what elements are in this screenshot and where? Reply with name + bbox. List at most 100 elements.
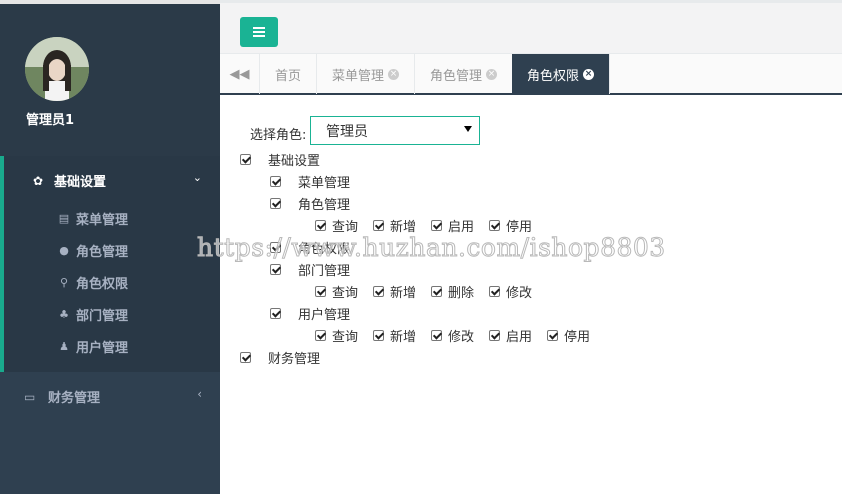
action-checkbox[interactable] [315, 286, 326, 297]
permission-checkbox[interactable] [270, 176, 281, 187]
action-checkbox[interactable] [547, 330, 558, 341]
profile-panel: 管理员1 [0, 4, 220, 156]
tab-role-permissions[interactable]: 角色权限 × [512, 54, 611, 94]
users-icon: ● [59, 244, 69, 257]
close-icon[interactable]: × [388, 68, 400, 80]
avatar[interactable] [25, 37, 89, 101]
action-checkbox-item: 查询 [315, 216, 358, 235]
action-label: 新增 [390, 220, 417, 235]
action-checkbox[interactable] [373, 286, 384, 297]
permission-label: 基础设置 [268, 154, 321, 169]
action-checkbox-item: 修改 [489, 282, 532, 301]
key-icon: ⚲ [59, 276, 69, 289]
tab-bar: ◀◀ 首页 菜单管理 × 角色管理 × 角色权限 × [220, 53, 842, 95]
action-checkbox[interactable] [373, 220, 384, 231]
menu-toggle-button[interactable] [240, 17, 278, 47]
sidebar-group-header[interactable]: ✿ 基础设置 [30, 171, 107, 191]
action-checkbox-item: 新增 [373, 282, 416, 301]
action-checkbox-item: 查询 [315, 282, 358, 301]
action-label: 修改 [448, 330, 475, 345]
permission-row: 基础设置 [240, 150, 320, 169]
sidebar-item-label: 菜单管理 [76, 213, 129, 228]
action-label: 查询 [332, 286, 359, 301]
permission-checkbox[interactable] [240, 352, 251, 363]
sidebar-item-role-management[interactable]: ● 角色管理 [56, 241, 128, 260]
tab-home[interactable]: 首页 [260, 54, 318, 94]
action-label: 停用 [506, 220, 533, 235]
permission-label: 用户管理 [298, 308, 351, 323]
sitemap-icon: ♣ [59, 308, 69, 321]
permission-row: 菜单管理 [270, 172, 350, 191]
username[interactable]: 管理员1 [26, 109, 74, 128]
tab-label: 角色管理 [430, 68, 483, 84]
action-checkbox-item: 修改 [431, 326, 474, 345]
action-checkbox-item: 查询 [315, 326, 358, 345]
permission-label: 菜单管理 [298, 176, 351, 191]
action-checkbox[interactable] [489, 286, 500, 297]
action-checkbox[interactable] [489, 330, 500, 341]
list-icon: ▤ [58, 212, 70, 225]
sidebar-group-basic-settings: ✿ 基础设置 ⌄ ▤ 菜单管理 ● 角色管理 ⚲ 角色权限 ♣ 部门管理 ♟ 用… [0, 156, 220, 372]
action-checkbox[interactable] [315, 220, 326, 231]
tab-label: 首页 [275, 68, 302, 84]
tab-menu-management[interactable]: 菜单管理 × [317, 54, 416, 94]
double-chevron-left-icon: ◀◀ [229, 66, 250, 82]
action-label: 停用 [564, 330, 591, 345]
main-content: 选择角色: 管理员 基础设置 菜单管理 角色管理 查询 新增 启用 停用 角色权… [220, 97, 842, 494]
permission-checkbox[interactable] [270, 264, 281, 275]
permission-row: 用户管理 [270, 304, 350, 323]
action-label: 启用 [506, 330, 533, 345]
action-label: 查询 [332, 220, 359, 235]
role-select[interactable]: 管理员 [310, 116, 480, 145]
action-checkbox-item: 停用 [547, 326, 590, 345]
permission-checkbox[interactable] [270, 198, 281, 209]
sidebar-item-label: 角色管理 [76, 245, 129, 260]
close-icon[interactable]: × [486, 68, 498, 80]
action-label: 新增 [390, 286, 417, 301]
permission-row: 财务管理 [240, 348, 320, 367]
action-label: 查询 [332, 330, 359, 345]
action-label: 新增 [390, 330, 417, 345]
tab-label: 角色权限 [527, 68, 580, 84]
sidebar-item-menu-management[interactable]: ▤ 菜单管理 [56, 209, 128, 228]
permission-checkbox[interactable] [240, 154, 251, 165]
chevron-left-icon[interactable]: ‹ [197, 387, 202, 401]
action-checkbox[interactable] [373, 330, 384, 341]
topbar [220, 0, 842, 53]
tab-role-management[interactable]: 角色管理 × [415, 54, 514, 94]
action-checkbox-item: 停用 [489, 216, 532, 235]
permission-label: 角色管理 [298, 198, 351, 213]
action-checkbox[interactable] [315, 330, 326, 341]
action-checkbox[interactable] [431, 330, 442, 341]
sidebar-item-department-management[interactable]: ♣ 部门管理 [56, 305, 128, 324]
permission-row: 部门管理 [270, 260, 350, 279]
sidebar-item-label: 部门管理 [76, 309, 129, 324]
sidebar-group-label: 基础设置 [54, 175, 107, 190]
close-icon[interactable]: × [583, 68, 595, 80]
chevron-down-icon[interactable]: ⌄ [193, 171, 202, 184]
sidebar-item-label: 用户管理 [76, 341, 129, 356]
role-select-value: 管理员 [326, 123, 368, 140]
sidebar-item-label: 角色权限 [76, 277, 129, 292]
sidebar-group-finance[interactable]: ▭ 财务管理 ‹ [0, 372, 220, 420]
role-select-label: 选择角色: [250, 128, 307, 143]
action-checkbox[interactable] [489, 220, 500, 231]
permission-checkbox[interactable] [270, 242, 281, 253]
action-checkbox-item: 删除 [431, 282, 474, 301]
permission-label: 财务管理 [268, 352, 321, 367]
action-checkbox[interactable] [431, 220, 442, 231]
caret-down-icon [464, 126, 472, 132]
action-label: 修改 [506, 286, 533, 301]
permission-label: 角色权限 [298, 242, 351, 257]
permission-checkbox[interactable] [270, 308, 281, 319]
credit-card-icon: ▭ [24, 389, 36, 404]
tab-scroll-left-button[interactable]: ◀◀ [220, 54, 260, 94]
action-checkbox[interactable] [431, 286, 442, 297]
sidebar-group-label: 财务管理 [48, 391, 101, 406]
sidebar-item-role-permissions[interactable]: ⚲ 角色权限 [56, 273, 128, 292]
action-checkbox-item: 新增 [373, 326, 416, 345]
sidebar-item-user-management[interactable]: ♟ 用户管理 [56, 337, 128, 356]
action-checkbox-item: 启用 [489, 326, 532, 345]
tab-label: 菜单管理 [332, 68, 385, 84]
action-checkbox-item: 新增 [373, 216, 416, 235]
